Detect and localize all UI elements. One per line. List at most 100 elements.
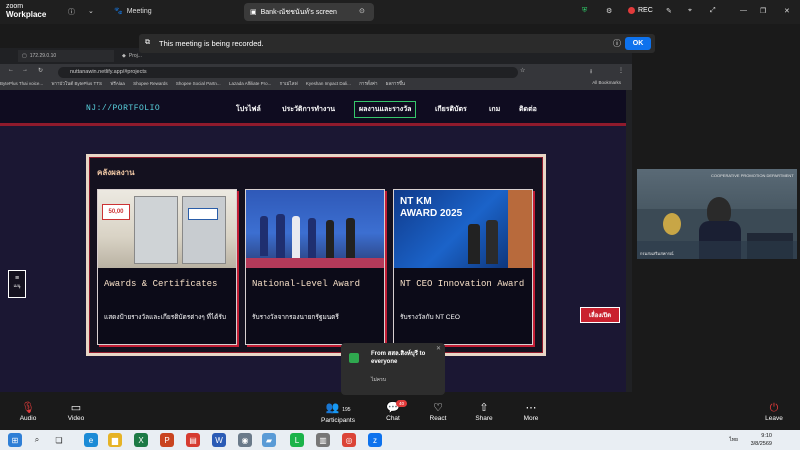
zoom-logo: zoom Workplace [6,3,46,19]
clock-time: 9:10 [761,433,772,439]
meeting-menu[interactable]: 🐾 Meeting [114,7,152,16]
open-button[interactable]: เลื่องเปิด [580,307,620,323]
participant-name: กรมส่งเสริมสหกรณ์ [640,251,674,256]
restore-icon[interactable]: ❐ [760,7,766,15]
word-icon[interactable]: W [212,433,226,447]
app-icon[interactable]: ▰ [262,433,276,447]
bookmark-item[interactable]: Lazada Affiliate Pro... [229,81,271,86]
video-button[interactable]: ▭ Video [56,401,96,422]
url-field[interactable]: nuttanawin.netlify.app/#projects [58,67,518,78]
shared-screen-tab[interactable]: ▣ Bank-ณัชชนันท์'s screen [244,3,374,21]
browser-tab-1[interactable]: ▢ 172.29.0.10 [18,50,114,62]
powerpoint-icon[interactable]: P [160,433,174,447]
nav-certificates[interactable]: เกียรติบัตร [435,104,467,115]
pdf-icon[interactable]: ▤ [186,433,200,447]
chat-message: ไม่ครบ [371,377,387,383]
chat-sender-icon [349,353,359,363]
bookmark-item[interactable]: การตั้งค่า [359,81,377,86]
paw-icon: 🐾 [114,8,123,15]
windows-start-icon[interactable]: ⊞ [8,433,22,447]
bookmark-item[interactable]: พาาบัวโนด์ BytePlus TTS [51,81,102,86]
close-icon[interactable]: ✕ [436,345,441,352]
participant-video[interactable]: COOPERATIVE PROMOTION DEPARTMENT กรมส่งเ… [637,169,797,259]
share-icon: ⇧ [479,402,489,414]
fullscreen-icon[interactable]: ⤢ [710,7,716,15]
bookmark-item[interactable]: ผลการขึ้น [386,81,405,86]
award-board: 50,00 [102,204,130,220]
chat-notification[interactable]: From สสล.สิงห์บุรี to everyone ไม่ครบ ✕ [341,343,445,395]
participants-button[interactable]: 👥 195 Participants [316,401,360,424]
minimize-icon[interactable]: — [740,7,747,14]
zoom-app-icon[interactable]: z [368,433,382,447]
nav-game[interactable]: เกม [489,104,500,115]
download-icon[interactable]: ⭳ [590,67,592,77]
language-indicator[interactable]: ไทย [729,436,738,444]
side-menu-button[interactable]: ≡ เมนู [8,270,26,298]
nav-projects-awards[interactable]: ผลงานและรางวัล [354,101,417,118]
chat-sender: From สสล.สิงห์บุรี to everyone [371,351,426,365]
meeting-label: Meeting [126,7,152,15]
menu-dots-icon[interactable]: ⋮ [618,67,624,74]
app-icon[interactable]: ▥ [316,433,330,447]
security-shield-icon: ⛨ [582,7,588,14]
reload-icon[interactable]: ↻ [38,67,43,74]
bookmark-item[interactable]: ฟรีAlaa [110,81,125,86]
recording-indicator[interactable]: REC [628,7,653,14]
share-button[interactable]: ⇧ Share [464,401,504,422]
audio-button[interactable]: 🎙 Audio [8,401,48,422]
video-backdrop-text: COOPERATIVE PROMOTION DEPARTMENT [711,173,794,178]
react-button[interactable]: ♡ React [418,401,458,422]
zoom-logo-text: zoom [6,3,24,10]
chevron-down-icon[interactable]: ⌄ [88,7,94,15]
card-desc: รับรางวัลจากรองนายกรัฐมนตรี [252,314,339,321]
video-label: Video [67,415,85,422]
settings-icon[interactable]: ⚙ [606,7,612,15]
edge-icon[interactable]: e [84,433,98,447]
project-card[interactable]: NT KM AWARD 2025 NT CEO Innovation Award… [393,189,533,345]
annotate-icon[interactable]: ✎ [666,7,672,15]
line-icon[interactable]: L [290,433,304,447]
share-label: Share [475,415,493,422]
bookmark-item[interactable]: Shopee Social Partn... [176,81,221,86]
back-icon[interactable]: ← [8,67,14,73]
close-icon[interactable]: ✕ [784,7,790,15]
pin-icon[interactable]: ⌖ [688,7,692,15]
page-icon: ◆ [122,53,126,59]
task-view-icon[interactable]: ❏ [52,433,66,447]
site-brand[interactable]: NJ://PORTFOLIO [86,104,160,113]
address-bar-row: ← → ↻ nuttanawin.netlify.app/#projects ☆… [0,64,632,80]
all-bookmarks[interactable]: All Bookmarks [592,80,621,85]
file-explorer-icon[interactable]: ▆ [108,433,122,447]
card-title: NT CEO Innovation Award [400,279,525,289]
rec-label: REC [638,7,653,14]
search-icon[interactable]: ⌕ [30,433,44,447]
bookmark-item[interactable]: Shopee Rewards [133,81,168,86]
camera-app-icon[interactable]: ◉ [238,433,252,447]
excel-icon[interactable]: X [134,433,148,447]
nav-profile[interactable]: โปรไฟล์ [236,104,261,115]
project-card[interactable]: National-Level Award รับรางวัลจากรองนายก… [245,189,385,345]
chat-button[interactable]: 💬 Chat [373,401,413,422]
star-icon[interactable]: ☆ [520,67,525,74]
bookmark-item[interactable]: Kyeshan Impact Dali... [306,81,351,86]
nav-work-history[interactable]: ประวัติการทำงาน [282,104,335,115]
site-nav: NJ://PORTFOLIO โปรไฟล์ ประวัติการทำงาน ผ… [0,90,626,126]
nt-award-photo: NT KM AWARD 2025 [394,190,532,268]
project-card[interactable]: 50,00 Awards & Certificates แสดงป้ายรางว… [97,189,237,345]
banner-ok-button[interactable]: OK [625,37,651,50]
browser-tab-label: 172.29.0.10 [29,53,57,59]
forward-icon[interactable]: → [22,67,28,73]
more-button[interactable]: ⋯ More [511,401,551,422]
chrome-icon[interactable]: ◎ [342,433,356,447]
nav-contact[interactable]: ติดต่อ [519,104,537,115]
shared-browser-window: ▢ 172.29.0.10 ◆ Proj... ← → ↻ nuttanawin… [0,48,632,392]
info-icon[interactable]: ⓘ [68,7,75,17]
leave-button[interactable]: ⏻ Leave [754,401,794,422]
info-icon[interactable]: ⓘ [613,38,621,49]
more-options-icon[interactable]: ⊙ [359,7,365,15]
bookmark-item[interactable]: กาเม่ไลฟ [280,81,298,86]
participants-count: 195 [342,407,351,413]
bookmark-item[interactable]: BytePlus Thai voice... [0,81,43,86]
clock[interactable]: 9:10 3/8/2569 [751,432,772,448]
windows-taskbar: ⊞ ⌕ ❏ e ▆ X P ▤ W ◉ ▰ L ▥ ◎ z ไทย 9:10 3… [0,430,800,450]
